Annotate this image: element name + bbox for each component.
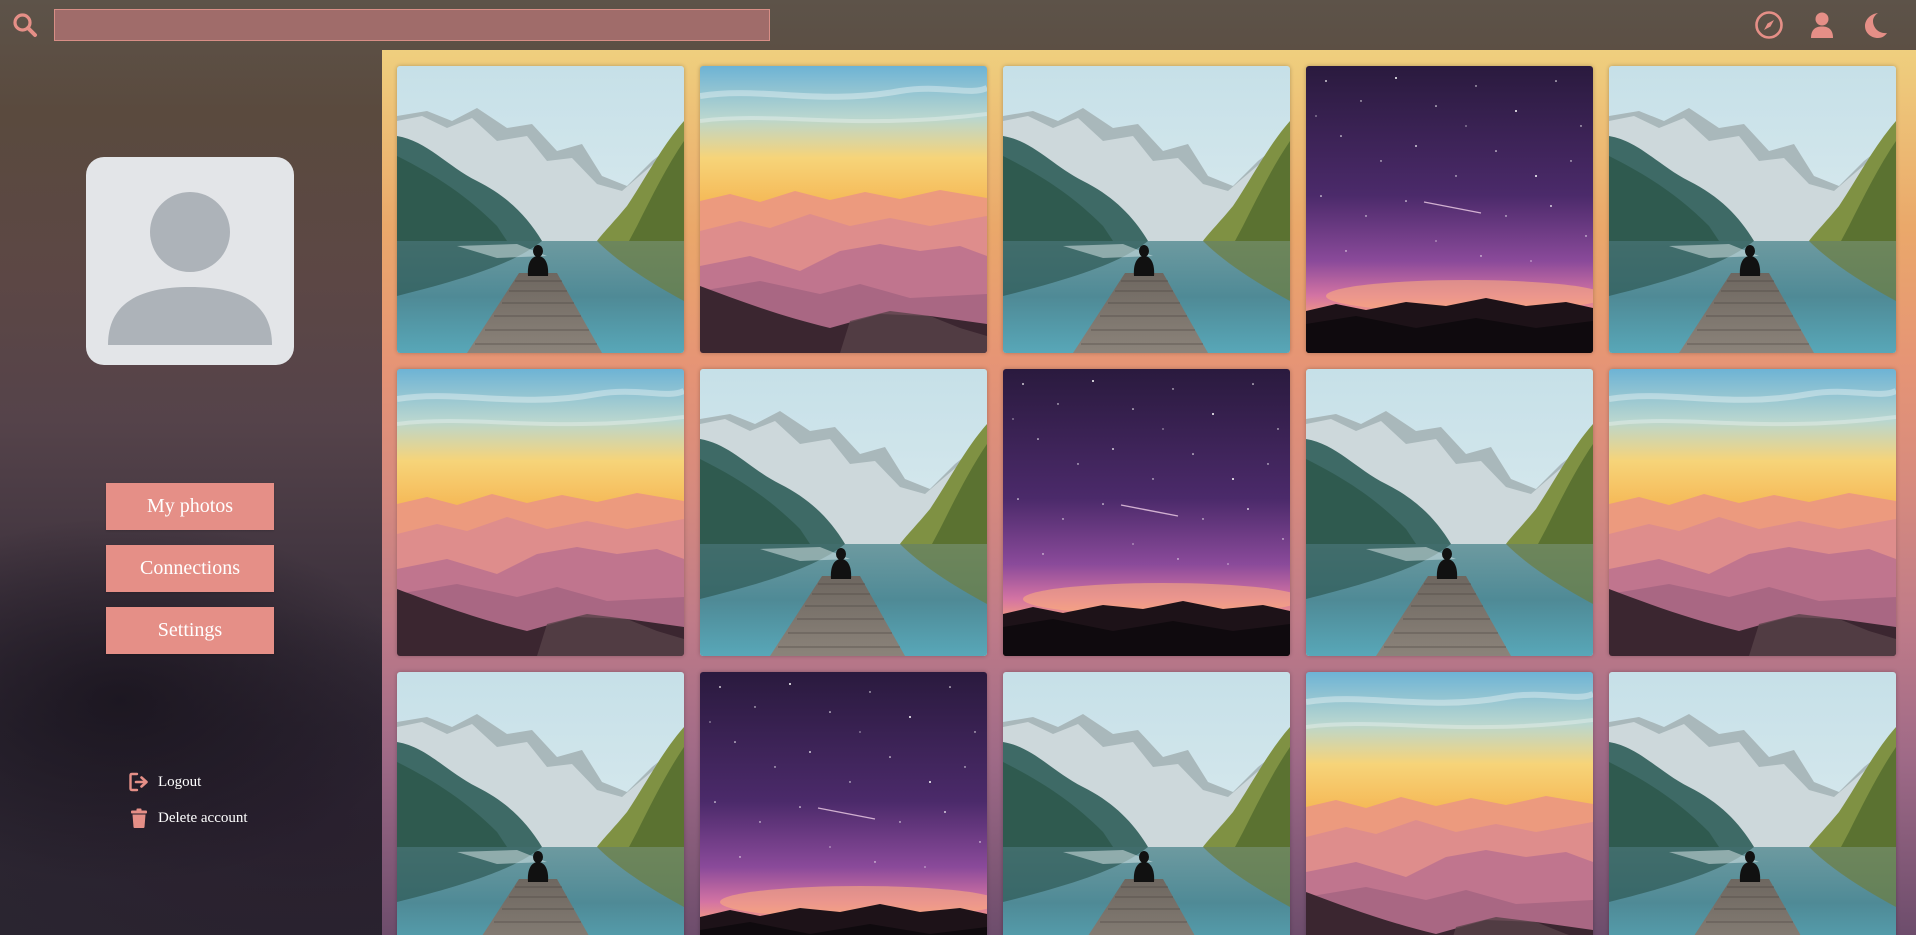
lake-pier-photo: [1306, 369, 1593, 656]
photo-tile-lake-pier[interactable]: [1306, 369, 1593, 656]
sunset-mountains-photo: [1609, 369, 1896, 656]
photo-tile-starry-night[interactable]: [1306, 66, 1593, 353]
default-avatar-icon: [108, 192, 272, 345]
search-icon[interactable]: [12, 12, 38, 38]
photo-tile-starry-night[interactable]: [1003, 369, 1290, 656]
photo-gallery: [382, 50, 1916, 935]
lake-pier-photo: [397, 66, 684, 353]
starry-night-photo: [1003, 369, 1290, 656]
logout-label: Logout: [158, 773, 202, 790]
avatar[interactable]: [86, 157, 294, 365]
lake-pier-photo: [1609, 66, 1896, 353]
photo-tile-sunset-mountains[interactable]: [700, 66, 987, 353]
photo-tile-sunset-mountains[interactable]: [397, 369, 684, 656]
photo-tile-lake-pier[interactable]: [700, 369, 987, 656]
sunset-mountains-photo: [1306, 672, 1593, 935]
top-bar: [0, 0, 1916, 50]
photo-tile-lake-pier[interactable]: [397, 66, 684, 353]
lake-pier-photo: [1003, 66, 1290, 353]
settings-button[interactable]: Settings: [106, 607, 274, 654]
moon-icon[interactable]: [1860, 10, 1890, 40]
delete-account-link[interactable]: Delete account: [128, 806, 248, 830]
sunset-mountains-photo: [700, 66, 987, 353]
my-photos-button[interactable]: My photos: [106, 483, 274, 530]
photo-tile-lake-pier[interactable]: [397, 672, 684, 935]
lake-pier-photo: [700, 369, 987, 656]
starry-night-photo: [700, 672, 987, 935]
sunset-mountains-photo: [397, 369, 684, 656]
photo-tile-lake-pier[interactable]: [1609, 672, 1896, 935]
delete-account-label: Delete account: [158, 809, 248, 826]
photo-tile-sunset-mountains[interactable]: [1306, 672, 1593, 935]
trash-icon: [131, 808, 147, 828]
user-icon[interactable]: [1807, 10, 1837, 40]
photo-tile-lake-pier[interactable]: [1003, 66, 1290, 353]
connections-button[interactable]: Connections: [106, 545, 274, 592]
lake-pier-photo: [1609, 672, 1896, 935]
logout-link[interactable]: Logout: [128, 770, 201, 794]
photo-grid: [397, 66, 1896, 935]
photo-tile-starry-night[interactable]: [700, 672, 987, 935]
lake-pier-photo: [397, 672, 684, 935]
lake-pier-photo: [1003, 672, 1290, 935]
photo-tile-lake-pier[interactable]: [1003, 672, 1290, 935]
search-input[interactable]: [54, 9, 770, 41]
photo-tile-lake-pier[interactable]: [1609, 66, 1896, 353]
starry-night-photo: [1306, 66, 1593, 353]
logout-icon: [129, 772, 148, 792]
compass-icon[interactable]: [1754, 10, 1784, 40]
photo-tile-sunset-mountains[interactable]: [1609, 369, 1896, 656]
